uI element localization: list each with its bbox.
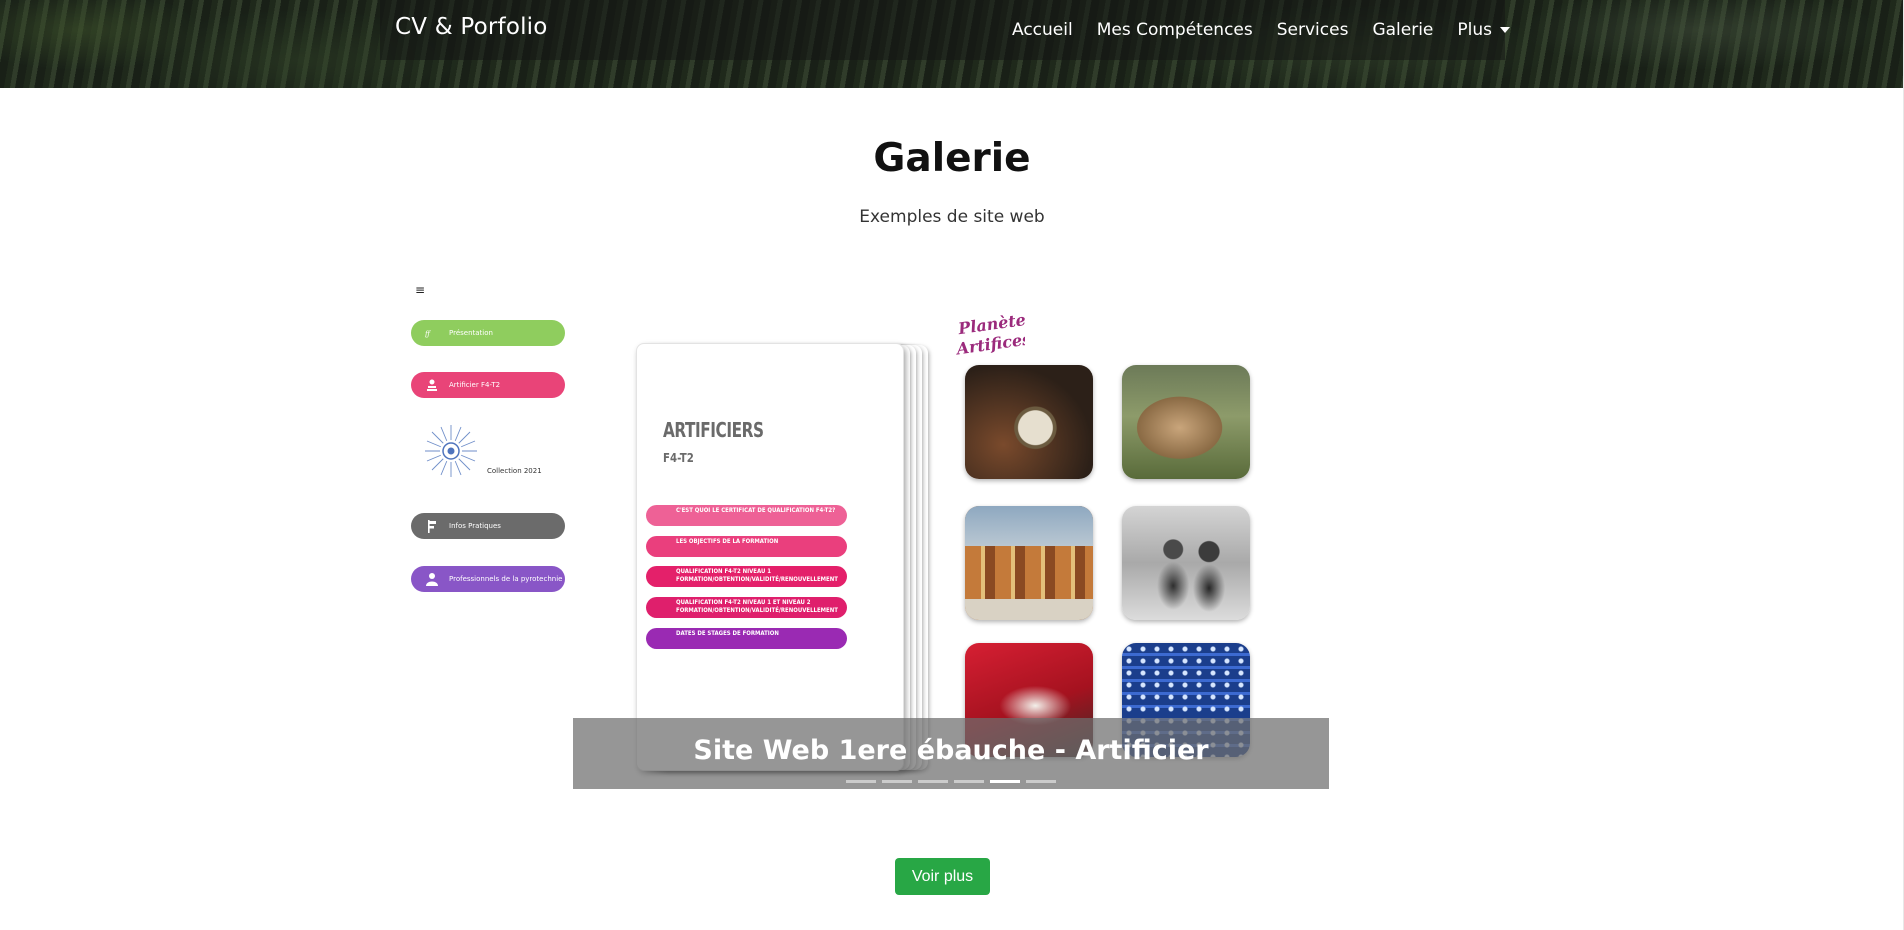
section-title: Galerie (873, 136, 1031, 181)
nav-link-galerie[interactable]: Galerie (1372, 20, 1433, 40)
logo-mini-icon: ƒƒ (425, 326, 439, 340)
hamburger-icon: ≡ (415, 283, 426, 297)
mockup-nav-label: Artificier F4-T2 (449, 381, 501, 389)
brand-link[interactable]: CV & Porfolio (395, 14, 548, 40)
photo-team-bw (1122, 506, 1250, 620)
firework-icon (425, 425, 477, 477)
carousel-indicator[interactable] (882, 780, 912, 783)
signpost-icon (425, 519, 439, 533)
book-title: ARTIFICIERS (663, 418, 764, 442)
caret-down-icon (1500, 27, 1510, 33)
section-subtitle: Exemples de site web (859, 207, 1045, 227)
book-menu-item: Les objectifs de la formation (646, 536, 847, 557)
book-subtitle: F4-T2 (663, 451, 694, 465)
mockup-nav-label: Professionnels de la pyrotechnie (449, 575, 563, 583)
nav-dropdown-label: Plus (1457, 20, 1492, 40)
carousel-indicator[interactable] (1026, 780, 1056, 783)
book-cover (636, 343, 904, 771)
nav-link-competences[interactable]: Mes Compétences (1097, 20, 1253, 40)
svg-text:ƒƒ: ƒƒ (425, 330, 431, 338)
person-group-icon (425, 378, 439, 392)
user-icon (425, 572, 439, 586)
mockup-nav-artificier: Artificier F4-T2 (411, 372, 565, 398)
nav-link-accueil[interactable]: Accueil (1012, 20, 1073, 40)
carousel-indicator[interactable] (954, 780, 984, 783)
carousel-indicators (846, 780, 1062, 783)
planete-artifices-logo: Planète Artifices (955, 312, 1025, 356)
carousel-indicator[interactable] (846, 780, 876, 783)
book-menu-item: Qualification F4-T2 niveau 1 et niveau 2… (646, 597, 847, 618)
mockup-nav-infos: Infos Pratiques (411, 513, 565, 539)
carousel-caption-text: Site Web 1ere ébauche - Artificier (693, 735, 1209, 766)
see-more-button[interactable]: Voir plus (895, 858, 990, 895)
mockup-nav-presentation: ƒƒ Présentation (411, 320, 565, 346)
mockup-nav-label: Infos Pratiques (449, 522, 501, 530)
mockup-nav-label: Présentation (449, 329, 493, 337)
photo-hands-firework (965, 365, 1093, 479)
nav-link-services[interactable]: Services (1277, 20, 1349, 40)
book-menu-item: C'est quoi le certificat de qualificatio… (646, 505, 847, 526)
nav-menu: Accueil Mes Compétences Services Galerie… (1012, 20, 1510, 40)
mockup-nav-pros: Professionnels de la pyrotechnie (411, 566, 565, 592)
carousel-caption: Site Web 1ere ébauche - Artificier (573, 718, 1329, 789)
collection-label: Collection 2021 (487, 467, 542, 475)
nav-dropdown-plus[interactable]: Plus (1457, 20, 1510, 40)
carousel-indicator-active[interactable] (990, 780, 1020, 783)
book-menu-item: Dates de stages de formation (646, 628, 847, 649)
photo-firework-racks (965, 506, 1093, 620)
carousel-indicator[interactable] (918, 780, 948, 783)
photo-wrapped-package (1122, 365, 1250, 479)
book-menu-item: Qualification F4-T2 niveau 1 formation/o… (646, 566, 847, 587)
